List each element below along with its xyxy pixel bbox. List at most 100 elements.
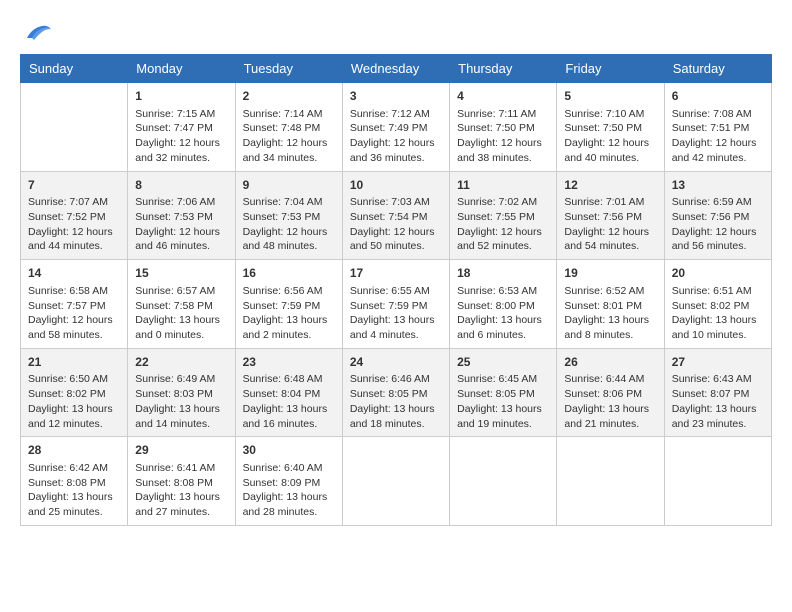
day-number: 2 — [243, 88, 335, 105]
day-number: 24 — [350, 354, 442, 371]
day-number: 21 — [28, 354, 120, 371]
calendar-cell: 24Sunrise: 6:46 AMSunset: 8:05 PMDayligh… — [342, 348, 449, 437]
header-day-tuesday: Tuesday — [235, 55, 342, 83]
day-number: 15 — [135, 265, 227, 282]
day-number: 5 — [564, 88, 656, 105]
day-number: 27 — [672, 354, 764, 371]
day-number: 12 — [564, 177, 656, 194]
calendar-cell — [664, 437, 771, 526]
logo-bird-icon — [22, 20, 52, 44]
calendar-cell: 12Sunrise: 7:01 AMSunset: 7:56 PMDayligh… — [557, 171, 664, 260]
day-number: 10 — [350, 177, 442, 194]
calendar-cell: 3 Sunrise: 7:12 AMSunset: 7:49 PMDaylight… — [342, 83, 449, 172]
page-header — [20, 20, 772, 44]
day-info: Sunrise: 7:07 AMSunset: 7:52 PMDaylight:… — [28, 195, 120, 254]
day-info: Sunrise: 6:56 AMSunset: 7:59 PMDaylight:… — [243, 284, 335, 343]
day-info: Sunrise: 6:40 AMSunset: 8:09 PMDaylight:… — [243, 461, 335, 520]
day-info: Sunrise: 6:48 AMSunset: 8:04 PMDaylight:… — [243, 372, 335, 431]
calendar-cell — [21, 83, 128, 172]
calendar-cell: 23Sunrise: 6:48 AMSunset: 8:04 PMDayligh… — [235, 348, 342, 437]
day-number: 17 — [350, 265, 442, 282]
day-info: Sunrise: 6:45 AMSunset: 8:05 PMDaylight:… — [457, 372, 549, 431]
day-number: 18 — [457, 265, 549, 282]
day-info: Sunrise: 6:59 AMSunset: 7:56 PMDaylight:… — [672, 195, 764, 254]
day-info: Sunrise: 7:08 AMSunset: 7:51 PMDaylight:… — [672, 107, 764, 166]
header-day-wednesday: Wednesday — [342, 55, 449, 83]
day-number: 3 — [350, 88, 442, 105]
calendar-cell: 26Sunrise: 6:44 AMSunset: 8:06 PMDayligh… — [557, 348, 664, 437]
calendar-cell — [557, 437, 664, 526]
day-info: Sunrise: 6:49 AMSunset: 8:03 PMDaylight:… — [135, 372, 227, 431]
calendar-table: SundayMondayTuesdayWednesdayThursdayFrid… — [20, 54, 772, 526]
day-info: Sunrise: 7:06 AMSunset: 7:53 PMDaylight:… — [135, 195, 227, 254]
header-day-sunday: Sunday — [21, 55, 128, 83]
day-info: Sunrise: 6:55 AMSunset: 7:59 PMDaylight:… — [350, 284, 442, 343]
week-row-1: 1 Sunrise: 7:15 AMSunset: 7:47 PMDaylight… — [21, 83, 772, 172]
day-number: 25 — [457, 354, 549, 371]
day-info: Sunrise: 7:12 AMSunset: 7:49 PMDaylight:… — [350, 107, 442, 166]
calendar-cell: 16Sunrise: 6:56 AMSunset: 7:59 PMDayligh… — [235, 260, 342, 349]
day-info: Sunrise: 6:52 AMSunset: 8:01 PMDaylight:… — [564, 284, 656, 343]
day-number: 6 — [672, 88, 764, 105]
day-info: Sunrise: 6:50 AMSunset: 8:02 PMDaylight:… — [28, 372, 120, 431]
day-info: Sunrise: 6:58 AMSunset: 7:57 PMDaylight:… — [28, 284, 120, 343]
day-info: Sunrise: 7:11 AMSunset: 7:50 PMDaylight:… — [457, 107, 549, 166]
day-number: 14 — [28, 265, 120, 282]
calendar-cell — [342, 437, 449, 526]
day-number: 7 — [28, 177, 120, 194]
day-info: Sunrise: 6:42 AMSunset: 8:08 PMDaylight:… — [28, 461, 120, 520]
day-info: Sunrise: 6:57 AMSunset: 7:58 PMDaylight:… — [135, 284, 227, 343]
calendar-cell: 29Sunrise: 6:41 AMSunset: 8:08 PMDayligh… — [128, 437, 235, 526]
day-info: Sunrise: 7:15 AMSunset: 7:47 PMDaylight:… — [135, 107, 227, 166]
header-day-friday: Friday — [557, 55, 664, 83]
calendar-cell: 22Sunrise: 6:49 AMSunset: 8:03 PMDayligh… — [128, 348, 235, 437]
day-number: 28 — [28, 442, 120, 459]
day-number: 8 — [135, 177, 227, 194]
day-info: Sunrise: 6:53 AMSunset: 8:00 PMDaylight:… — [457, 284, 549, 343]
calendar-cell — [450, 437, 557, 526]
calendar-cell: 14 Sunrise: 6:58 AMSunset: 7:57 PMDayligh… — [21, 260, 128, 349]
week-row-4: 21Sunrise: 6:50 AMSunset: 8:02 PMDayligh… — [21, 348, 772, 437]
day-info: Sunrise: 6:43 AMSunset: 8:07 PMDaylight:… — [672, 372, 764, 431]
calendar-cell: 17 Sunrise: 6:55 AMSunset: 7:59 PMDayligh… — [342, 260, 449, 349]
calendar-cell: 1 Sunrise: 7:15 AMSunset: 7:47 PMDaylight… — [128, 83, 235, 172]
day-info: Sunrise: 6:51 AMSunset: 8:02 PMDaylight:… — [672, 284, 764, 343]
calendar-cell: 20Sunrise: 6:51 AMSunset: 8:02 PMDayligh… — [664, 260, 771, 349]
calendar-cell: 4Sunrise: 7:11 AMSunset: 7:50 PMDaylight… — [450, 83, 557, 172]
logo — [20, 20, 52, 44]
header-day-monday: Monday — [128, 55, 235, 83]
week-row-5: 28 Sunrise: 6:42 AMSunset: 8:08 PMDayligh… — [21, 437, 772, 526]
calendar-cell: 10Sunrise: 7:03 AMSunset: 7:54 PMDayligh… — [342, 171, 449, 260]
calendar-cell: 27Sunrise: 6:43 AMSunset: 8:07 PMDayligh… — [664, 348, 771, 437]
calendar-cell: 13Sunrise: 6:59 AMSunset: 7:56 PMDayligh… — [664, 171, 771, 260]
day-info: Sunrise: 7:01 AMSunset: 7:56 PMDaylight:… — [564, 195, 656, 254]
day-number: 1 — [135, 88, 227, 105]
calendar-cell: 28 Sunrise: 6:42 AMSunset: 8:08 PMDayligh… — [21, 437, 128, 526]
day-number: 29 — [135, 442, 227, 459]
day-info: Sunrise: 7:10 AMSunset: 7:50 PMDaylight:… — [564, 107, 656, 166]
day-number: 26 — [564, 354, 656, 371]
day-info: Sunrise: 7:03 AMSunset: 7:54 PMDaylight:… — [350, 195, 442, 254]
calendar-cell: 8Sunrise: 7:06 AMSunset: 7:53 PMDaylight… — [128, 171, 235, 260]
calendar-cell: 19 Sunrise: 6:52 AMSunset: 8:01 PMDayligh… — [557, 260, 664, 349]
calendar-cell: 6 Sunrise: 7:08 AMSunset: 7:51 PMDaylight… — [664, 83, 771, 172]
calendar-cell: 2 Sunrise: 7:14 AMSunset: 7:48 PMDaylight… — [235, 83, 342, 172]
week-row-3: 14 Sunrise: 6:58 AMSunset: 7:57 PMDayligh… — [21, 260, 772, 349]
day-number: 13 — [672, 177, 764, 194]
header-row: SundayMondayTuesdayWednesdayThursdayFrid… — [21, 55, 772, 83]
calendar-cell: 25Sunrise: 6:45 AMSunset: 8:05 PMDayligh… — [450, 348, 557, 437]
day-number: 11 — [457, 177, 549, 194]
header-day-saturday: Saturday — [664, 55, 771, 83]
day-info: Sunrise: 7:02 AMSunset: 7:55 PMDaylight:… — [457, 195, 549, 254]
day-number: 22 — [135, 354, 227, 371]
day-info: Sunrise: 7:14 AMSunset: 7:48 PMDaylight:… — [243, 107, 335, 166]
day-number: 9 — [243, 177, 335, 194]
day-number: 19 — [564, 265, 656, 282]
calendar-cell: 18 Sunrise: 6:53 AMSunset: 8:00 PMDayligh… — [450, 260, 557, 349]
day-number: 30 — [243, 442, 335, 459]
calendar-cell: 9Sunrise: 7:04 AMSunset: 7:53 PMDaylight… — [235, 171, 342, 260]
day-info: Sunrise: 6:44 AMSunset: 8:06 PMDaylight:… — [564, 372, 656, 431]
day-info: Sunrise: 6:46 AMSunset: 8:05 PMDaylight:… — [350, 372, 442, 431]
calendar-cell: 21Sunrise: 6:50 AMSunset: 8:02 PMDayligh… — [21, 348, 128, 437]
calendar-cell: 30 Sunrise: 6:40 AMSunset: 8:09 PMDayligh… — [235, 437, 342, 526]
